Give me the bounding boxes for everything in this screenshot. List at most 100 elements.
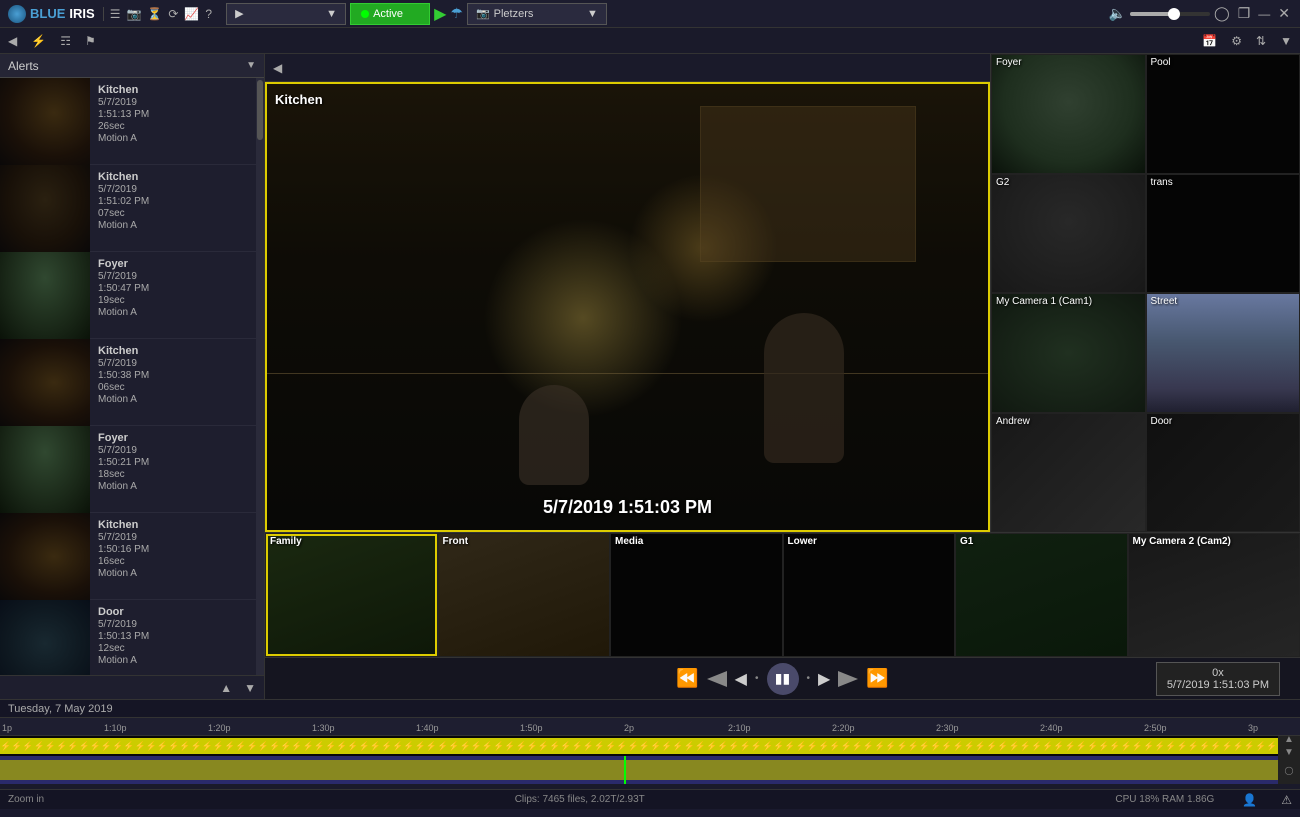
tick-2p: 2p [624,723,634,733]
bottom-camera-media[interactable]: Media [610,533,783,657]
tick-110p: 1:10p [104,723,127,733]
camera-label: G2 [996,177,1009,188]
scroll-right-icon[interactable]: ▲ [1284,736,1294,745]
camera-thumbnail [1147,55,1300,173]
jump-end-button[interactable]: ⏩ [866,668,888,689]
alerts-dropdown-icon[interactable]: ▼ [246,60,256,71]
alert-date: 5/7/2019 [98,184,149,195]
list-item[interactable]: Foyer 5/7/2019 1:50:47 PM 19sec Motion A [0,252,264,339]
camera-thumbnail [992,55,1145,173]
fast-forward-button[interactable] [838,671,858,687]
jump-start-button[interactable]: ⏪ [676,668,698,689]
alert-camera: Kitchen [98,171,149,183]
camera-thumbnail [439,534,610,656]
step-forward-button[interactable]: ▶ [818,669,830,689]
bottom-camera-g1[interactable]: G1 [955,533,1128,657]
timeline-playhead [624,756,626,784]
play-button[interactable]: ▶ [434,4,446,24]
close-icon[interactable]: ✕ [1278,5,1290,22]
timeline-ruler[interactable]: 1p 1:10p 1:20p 1:30p 1:40p 1:50p 2p 2:10… [0,718,1300,736]
alerts-header: Alerts ▼ [0,54,264,78]
alert-type: Motion A [98,481,149,492]
speed-display: 0x 5/7/2019 1:51:03 PM [1156,662,1280,696]
volume-icon[interactable]: 🔈 [1109,5,1126,22]
bottom-camera-mycam2[interactable]: My Camera 2 (Cam2) [1128,533,1300,657]
clock-icon[interactable]: ⏳ [147,7,162,21]
lightning-icon[interactable]: ⚡ [27,32,50,50]
camera-dropdown[interactable]: 📷 Pletzers ▼ [467,3,607,25]
camera-cell-foyer[interactable]: Foyer [991,54,1146,174]
scroll-bar[interactable] [256,78,264,675]
pause-button[interactable]: ▮▮ [767,663,799,695]
alert-time: 1:51:02 PM [98,196,149,207]
camera-thumbnail [1147,175,1300,293]
flag-icon[interactable]: ⚑ [81,32,100,50]
timeline-yellow-track [0,760,1278,780]
camera-thumbnail [1129,534,1300,656]
alert-type: Motion A [98,394,149,405]
calendar-icon[interactable]: 📅 [1198,32,1221,50]
video-camera-label: Kitchen [275,92,323,107]
alert-info: Foyer 5/7/2019 1:50:47 PM 19sec Motion A [90,252,157,338]
status-dropdown[interactable]: ▶ ▼ [226,3,346,25]
countertop-line [267,373,988,374]
minimize-icon[interactable]: — [1258,7,1270,21]
back-nav-icon[interactable]: ◀ [269,59,286,77]
dot-separator: • [755,673,759,684]
bottom-camera-front[interactable]: Front [438,533,611,657]
active-dot [361,10,369,18]
camera-cell-trans[interactable]: trans [1146,174,1300,294]
camera-cell-door[interactable]: Door [1146,413,1300,533]
active-button[interactable]: Active [350,3,430,25]
tick-120p: 1:20p [208,723,231,733]
volume-slider[interactable] [1130,12,1210,16]
zoom-icon[interactable]: ◯ [1285,766,1294,775]
camera-cell-mycam1[interactable]: My Camera 1 (Cam1) [991,293,1146,413]
down-icon[interactable]: ▼ [1276,32,1296,50]
list-item[interactable]: Kitchen 5/7/2019 1:50:16 PM 16sec Motion… [0,513,264,600]
shield-icon[interactable]: ☂ [450,5,463,22]
list-item[interactable]: Kitchen 5/7/2019 1:51:13 PM 26sec Motion… [0,78,264,165]
back-button[interactable]: ◀ [4,32,21,50]
list-item[interactable]: Kitchen 5/7/2019 1:50:38 PM 06sec Motion… [0,339,264,426]
bottom-camera-family[interactable]: Family [265,533,438,657]
alert-time: 1:50:38 PM [98,370,149,381]
clips-info: Clips: 7465 files, 2.02T/2.93T [515,794,645,805]
volume-knob [1168,8,1180,20]
timeline-bar[interactable]: ◯ [0,756,1300,784]
chart-icon[interactable]: 📈 [184,7,199,21]
grid-icon[interactable]: ☶ [56,32,75,50]
logo-iris: IRIS [69,6,94,21]
expand-icon[interactable]: ❐ [1238,5,1251,22]
scroll-left-icon[interactable]: ▼ [1284,747,1294,756]
settings-icon[interactable]: ⚙ [1227,32,1246,50]
camera-icon[interactable]: 📷 [126,7,141,21]
bottom-camera-lower[interactable]: Lower [783,533,956,657]
list-icon[interactable]: ☰ [110,7,121,21]
alert-duration: 19sec [98,295,149,306]
rewind-button[interactable] [707,671,727,687]
camera-cell-street[interactable]: Street [1146,293,1300,413]
alert-camera: Foyer [98,432,149,444]
zoom-in-icon[interactable]: ▲ [216,679,236,697]
sort-icon[interactable]: ⇅ [1252,32,1270,50]
list-item[interactable]: Foyer 5/7/2019 1:50:21 PM 18sec Motion A [0,426,264,513]
camera-cell-pool[interactable]: Pool [1146,54,1300,174]
main-video-frame[interactable]: Kitchen 5/7/2019 1:51:03 PM [265,82,990,532]
zoom-out-icon[interactable]: ▼ [240,679,260,697]
list-item[interactable]: Kitchen 5/7/2019 1:51:02 PM 07sec Motion… [0,165,264,252]
camera-cell-andrew[interactable]: Andrew [991,413,1146,533]
step-back-button[interactable]: ◀ [735,669,747,689]
left-bottom-icons: ▲ ▼ [0,675,264,699]
timeline-events[interactable]: ⚡⚡⚡⚡⚡⚡⚡⚡⚡⚡⚡⚡⚡⚡⚡⚡⚡⚡⚡⚡⚡⚡⚡⚡⚡⚡⚡⚡⚡⚡⚡⚡⚡⚡⚡⚡⚡⚡⚡⚡… [0,736,1300,756]
tick-220p: 2:20p [832,723,855,733]
list-item[interactable]: Door 5/7/2019 1:50:13 PM 12sec Motion A [0,600,264,675]
refresh-icon[interactable]: ⟳ [168,7,178,21]
playback-bar: ⏪ ◀ • ▮▮ • ▶ ⏩ 0x 5/7/2019 1:51:03 PM [265,657,1300,699]
zoom-label: Zoom in [8,794,44,805]
app-logo-icon [8,5,26,23]
alert-time: 1:50:47 PM [98,283,149,294]
help-icon[interactable]: ? [205,7,212,21]
timeline-date: Tuesday, 7 May 2019 [8,703,113,715]
camera-cell-g2[interactable]: G2 [991,174,1146,294]
